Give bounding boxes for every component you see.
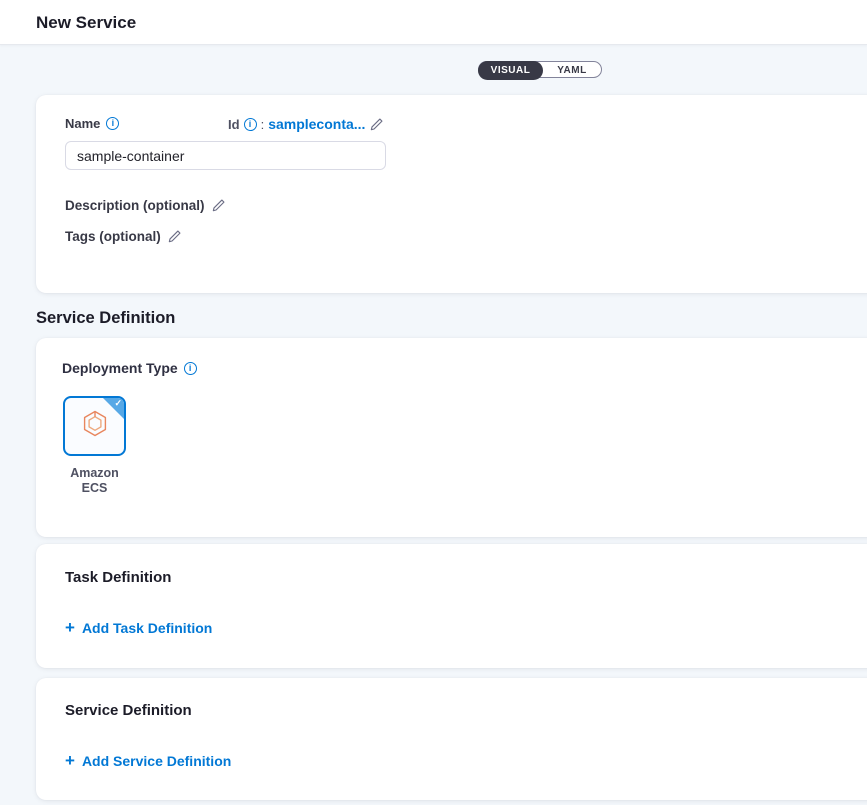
visual-yaml-toggle[interactable]: VISUAL YAML xyxy=(478,61,602,78)
name-info-icon[interactable]: i xyxy=(106,117,119,130)
check-icon: ✓ xyxy=(114,398,122,409)
id-label: Id xyxy=(228,117,240,132)
deployment-option-label-line2: ECS xyxy=(63,481,126,496)
deployment-option-amazon-ecs[interactable]: ✓ xyxy=(63,396,126,456)
toggle-option-yaml[interactable]: YAML xyxy=(543,62,601,79)
page-header: New Service xyxy=(0,0,867,45)
add-task-definition-label: Add Task Definition xyxy=(82,620,212,636)
id-colon: : xyxy=(261,117,265,132)
deployment-type-info-icon[interactable]: i xyxy=(184,362,197,375)
page-title: New Service xyxy=(36,0,136,45)
service-overview-card: Name i Id i : sampleconta... Description… xyxy=(36,95,867,293)
id-info-icon[interactable]: i xyxy=(244,118,257,131)
plus-icon: + xyxy=(65,621,75,635)
deployment-option-label: Amazon ECS xyxy=(63,466,126,496)
deployment-type-card: Deployment Type i ✓ Amazon ECS xyxy=(36,338,867,537)
tags-label: Tags (optional) xyxy=(65,229,161,244)
edit-id-icon[interactable] xyxy=(369,117,384,132)
add-task-definition-button[interactable]: + Add Task Definition xyxy=(65,620,212,636)
plus-icon: + xyxy=(65,754,75,768)
deployment-type-label: Deployment Type xyxy=(62,360,178,376)
deployment-option-label-line1: Amazon xyxy=(63,466,126,481)
edit-description-icon[interactable] xyxy=(211,198,226,213)
service-definition-section-title: Service Definition xyxy=(36,309,175,328)
name-label: Name xyxy=(65,116,100,131)
service-definition-card: Service Definition + Add Service Definit… xyxy=(36,678,867,800)
task-definition-title: Task Definition xyxy=(65,569,171,586)
add-service-definition-button[interactable]: + Add Service Definition xyxy=(65,753,231,769)
description-label: Description (optional) xyxy=(65,198,205,213)
service-name-input[interactable] xyxy=(65,141,386,170)
add-service-definition-label: Add Service Definition xyxy=(82,753,231,769)
toggle-option-visual[interactable]: VISUAL xyxy=(478,61,543,80)
id-value-link[interactable]: sampleconta... xyxy=(268,116,365,132)
edit-tags-icon[interactable] xyxy=(167,229,182,244)
service-definition-title: Service Definition xyxy=(65,702,192,719)
task-definition-card: Task Definition + Add Task Definition xyxy=(36,544,867,668)
